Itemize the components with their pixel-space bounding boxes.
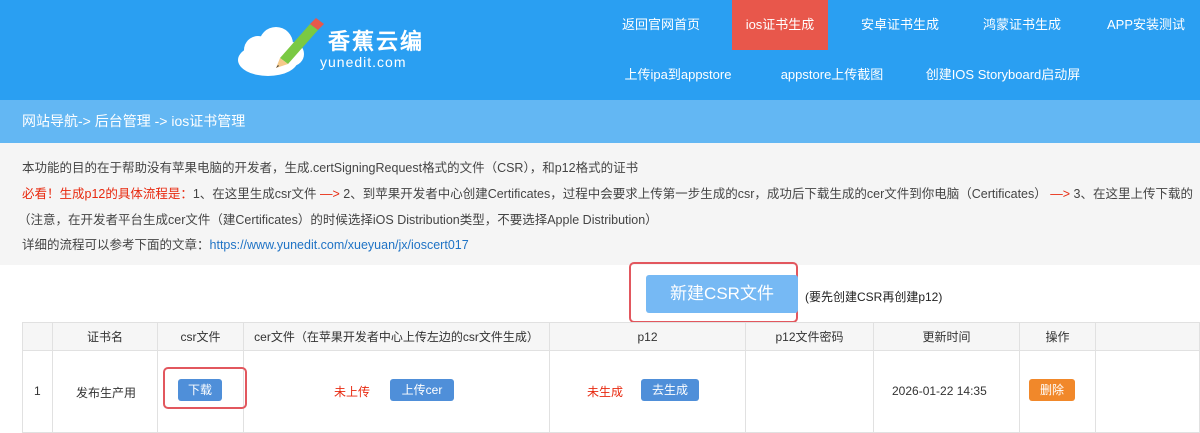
new-csr-button[interactable]: 新建CSR文件: [646, 275, 798, 313]
header-p12-password: p12文件密码: [746, 323, 874, 351]
nav-storyboard-launch[interactable]: 创建IOS Storyboard启动屏: [916, 50, 1090, 100]
arrow-2: —>: [1050, 187, 1071, 201]
cer-status: 未上传: [334, 385, 371, 399]
step-2-text: 2、到苹果开发者中心创建Certificates，过程中会要求上传第一步生成的c…: [339, 187, 1051, 201]
arrow-1: —>: [319, 187, 340, 201]
top-header: 香蕉云编 yunedit.com 返回官网首页 ios证书生成 安卓证书生成 鸿…: [0, 0, 1200, 100]
updated-time: 2026-01-22 14:35: [892, 384, 987, 398]
row-cell-p12-password: [746, 351, 874, 433]
generate-p12-button[interactable]: 去生成: [641, 379, 699, 401]
nav-ios-cert[interactable]: ios证书生成: [732, 0, 828, 50]
instructions-panel: 本功能的目的在于帮助没有苹果电脑的开发者，生成.certSigningReque…: [0, 143, 1200, 265]
header-actions: 操作: [1020, 323, 1096, 351]
nav-appstore-screenshots[interactable]: appstore上传截图: [766, 50, 898, 100]
nav-upload-ipa[interactable]: 上传ipa到appstore: [610, 50, 746, 100]
header-csr-file: csr文件: [158, 323, 244, 351]
cloud-pencil-icon: [238, 18, 324, 76]
delete-button[interactable]: 删除: [1029, 379, 1075, 401]
header-p12: p12: [550, 323, 746, 351]
csr-note: (要先创建CSR再创建p12): [805, 290, 943, 304]
nav-app-install-test[interactable]: APP安装测试: [1094, 0, 1198, 50]
header-index: [23, 323, 53, 351]
nav-home[interactable]: 返回官网首页: [608, 0, 714, 50]
breadcrumb: 网站导航-> 后台管理 -> ios证书管理: [22, 113, 246, 129]
intro-text: 本功能的目的在于帮助没有苹果电脑的开发者，生成.certSigningReque…: [22, 161, 639, 175]
header-cert-name: 证书名: [53, 323, 158, 351]
distribution-note: （注意，在开发者平台生成cer文件（建Certificates）的时候选择iOS…: [18, 213, 658, 227]
reference-line: 详细的流程可以参考下面的文章：https://www.yunedit.com/x…: [22, 234, 469, 253]
upload-cer-button[interactable]: 上传cer: [390, 379, 454, 401]
download-csr-button[interactable]: 下载: [178, 379, 222, 401]
row-cert-name: 发布生产用: [76, 386, 137, 400]
nav-harmony-cert[interactable]: 鸿蒙证书生成: [970, 0, 1074, 50]
step-1-text: 1、在这里生成csr文件: [192, 187, 320, 201]
reference-link[interactable]: https://www.yunedit.com/xueyuan/jx/iosce…: [210, 238, 469, 252]
site-logo[interactable]: 香蕉云编 yunedit.com: [232, 14, 432, 84]
process-heading: 必看！生成p12的具体流程是：: [22, 187, 193, 201]
logo-title: 香蕉云编: [328, 29, 425, 54]
header-cer-file: cer文件（在苹果开发者中心上传左边的csr文件生成）: [244, 323, 550, 351]
step-3-text: 3、在这里上传下载的: [1070, 187, 1193, 201]
reference-label: 详细的流程可以参考下面的文章：: [22, 238, 210, 252]
row-index: 1: [34, 384, 41, 398]
process-steps: 必看！生成p12的具体流程是：1、在这里生成csr文件 —> 2、到苹果开发者中…: [22, 183, 1193, 202]
p12-status: 未生成: [587, 385, 624, 399]
header-updated-time: 更新时间: [874, 323, 1020, 351]
breadcrumb-bar: 网站导航-> 后台管理 -> ios证书管理: [0, 100, 1200, 143]
logo-subtitle: yunedit.com: [320, 54, 407, 70]
nav-android-cert[interactable]: 安卓证书生成: [848, 0, 952, 50]
